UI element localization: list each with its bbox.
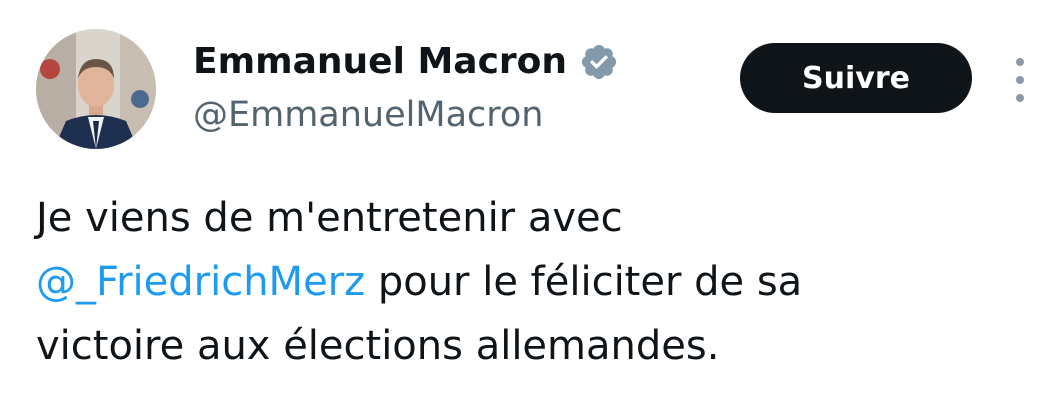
tweet-line-2: @_FriedrichMerz pour le féliciter de sa: [36, 250, 1036, 314]
author-display-name[interactable]: Emmanuel Macron: [193, 44, 567, 80]
mention-link[interactable]: @_FriedrichMerz: [36, 259, 365, 305]
profile-photo: [36, 29, 156, 149]
author-name-row: Emmanuel Macron: [193, 36, 619, 88]
ellipsis-dot: [1016, 58, 1024, 66]
tweet-line-2-text: pour le féliciter de sa: [365, 259, 803, 305]
ellipsis-dot: [1016, 94, 1024, 102]
author-handle[interactable]: @EmmanuelMacron: [193, 93, 543, 137]
follow-button[interactable]: Suivre: [740, 43, 972, 113]
author-avatar[interactable]: [36, 29, 156, 149]
tweet-text: Je viens de m'entretenir avec @_Friedric…: [36, 186, 1036, 378]
ellipsis-dot: [1016, 76, 1024, 84]
verified-badge-icon[interactable]: [579, 42, 619, 82]
vertical-ellipsis-icon[interactable]: [1009, 58, 1031, 102]
tweet-line-1: Je viens de m'entretenir avec: [36, 195, 623, 241]
tweet-line-3: victoire aux élections allemandes.: [36, 323, 720, 369]
